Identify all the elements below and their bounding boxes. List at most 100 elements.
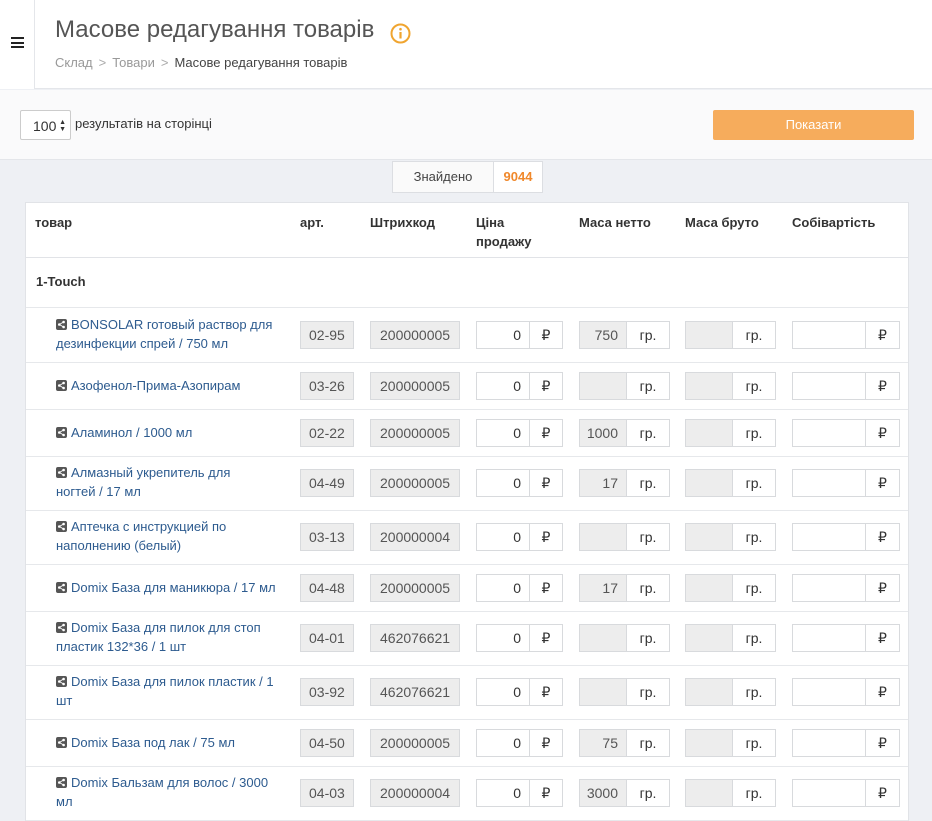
product-link[interactable]: Азофенол-Прима-Азопирам — [56, 376, 288, 395]
cost-input[interactable] — [792, 574, 866, 602]
price-currency-addon: ₽ — [529, 624, 563, 652]
net-weight-unit-addon: гр. — [626, 624, 670, 652]
price-currency-addon: ₽ — [529, 779, 563, 807]
price-currency-addon: ₽ — [529, 469, 563, 497]
share-icon — [56, 622, 67, 633]
product-name-line1: Domix Бальзам для волос / 3000 — [71, 775, 269, 790]
article-field: 04-03 — [300, 779, 354, 807]
barcode-field: 200000005 — [370, 574, 460, 602]
per-page-label: результатів на сторінці — [75, 116, 212, 131]
barcode-field: 200000005 — [370, 419, 460, 447]
gross-weight-unit-addon: гр. — [732, 678, 776, 706]
price-input[interactable]: 0 — [476, 574, 530, 602]
product-link[interactable]: Аптечка с инструкцией по наполнению (белы… — [56, 517, 288, 555]
share-icon — [56, 467, 67, 478]
product-link[interactable]: Domix База для маникюра / 17 мл — [56, 578, 288, 597]
info-icon[interactable] — [390, 23, 411, 44]
gross-weight-unit-addon: гр. — [732, 419, 776, 447]
net-weight-unit-addon: гр. — [626, 729, 670, 757]
header-divider — [26, 257, 908, 258]
barcode-field: 200000005 — [370, 469, 460, 497]
cost-input[interactable] — [792, 419, 866, 447]
cost-currency-addon: ₽ — [865, 624, 900, 652]
breadcrumb-link-warehouse[interactable]: Склад — [55, 55, 93, 70]
price-input[interactable]: 0 — [476, 729, 530, 757]
net-weight-unit-addon: гр. — [626, 678, 670, 706]
net-weight-unit-addon: гр. — [626, 574, 670, 602]
net-weight-field: 17 — [579, 574, 627, 602]
net-weight-field — [579, 372, 627, 400]
cost-currency-addon: ₽ — [865, 574, 900, 602]
price-input[interactable]: 0 — [476, 372, 530, 400]
product-name-line1: BONSOLAR готовый раствор для — [71, 317, 273, 332]
gross-weight-field — [685, 372, 733, 400]
price-input[interactable]: 0 — [476, 523, 530, 551]
product-name-line1: Domix База для маникюра / 17 мл — [71, 580, 276, 595]
gross-weight-unit-addon: гр. — [732, 779, 776, 807]
column-header-article: арт. — [300, 215, 324, 230]
gross-weight-unit-addon: гр. — [732, 372, 776, 400]
share-icon — [56, 777, 67, 788]
product-name-line2: наполнению (белый) — [56, 538, 182, 553]
net-weight-unit-addon: гр. — [626, 372, 670, 400]
price-input[interactable]: 0 — [476, 624, 530, 652]
cost-input[interactable] — [792, 372, 866, 400]
price-input[interactable]: 0 — [476, 779, 530, 807]
net-weight-field — [579, 624, 627, 652]
barcode-field: 462076621 — [370, 678, 460, 706]
price-input[interactable]: 0 — [476, 678, 530, 706]
price-input[interactable]: 0 — [476, 469, 530, 497]
share-icon — [56, 427, 67, 438]
gross-weight-unit-addon: гр. — [732, 574, 776, 602]
cost-input[interactable] — [792, 678, 866, 706]
product-link[interactable]: Domix База для пилок пластик / 1 шт — [56, 672, 288, 710]
cost-input[interactable] — [792, 523, 866, 551]
article-field: 02-95 — [300, 321, 354, 349]
breadcrumb-link-products[interactable]: Товари — [112, 55, 155, 70]
product-name-line2: ногтей / 17 мл — [56, 484, 141, 499]
net-weight-unit-addon: гр. — [626, 419, 670, 447]
price-currency-addon: ₽ — [529, 523, 563, 551]
article-field: 03-26 — [300, 372, 354, 400]
cost-input[interactable] — [792, 624, 866, 652]
product-name-line2: дезинфекции спрей / 750 мл — [56, 336, 229, 351]
column-header-barcode: Штрихкод — [370, 215, 435, 230]
column-header-net-weight: Маса нетто — [579, 215, 651, 230]
product-link[interactable]: BONSOLAR готовый раствор для дезинфекции … — [56, 315, 288, 353]
products-table: товар арт. Штрихкод Ціна продажу Маса не… — [25, 202, 909, 821]
show-button[interactable]: Показати — [713, 110, 914, 140]
column-header-product: товар — [35, 215, 73, 230]
cost-input[interactable] — [792, 321, 866, 349]
gross-weight-unit-addon: гр. — [732, 624, 776, 652]
column-header-price-line2: продажу — [476, 234, 532, 249]
net-weight-unit-addon: гр. — [626, 523, 670, 551]
price-input[interactable]: 0 — [476, 321, 530, 349]
price-currency-addon: ₽ — [529, 678, 563, 706]
column-header-price-line1: Ціна — [476, 215, 505, 230]
select-arrows-icon: ▲ ▼ — [59, 119, 66, 133]
gross-weight-field — [685, 321, 733, 349]
hamburger-menu-icon[interactable] — [11, 37, 24, 48]
cost-input[interactable] — [792, 729, 866, 757]
barcode-field: 200000005 — [370, 321, 460, 349]
barcode-field: 462076621 — [370, 624, 460, 652]
cost-input[interactable] — [792, 779, 866, 807]
article-field: 02-22 — [300, 419, 354, 447]
cost-currency-addon: ₽ — [865, 321, 900, 349]
product-link[interactable]: Domix База под лак / 75 мл — [56, 733, 288, 752]
product-name-line1: Азофенол-Прима-Азопирам — [71, 378, 241, 393]
product-name-line1: Domix База для пилок пластик / 1 — [71, 674, 274, 689]
product-link[interactable]: Аламинол / 1000 мл — [56, 423, 288, 442]
column-header-cost: Собівартість — [792, 215, 876, 230]
product-link[interactable]: Domix База для пилок для стоп пластик 132… — [56, 618, 288, 656]
net-weight-field: 750 — [579, 321, 627, 349]
price-input[interactable]: 0 — [476, 419, 530, 447]
gross-weight-unit-addon: гр. — [732, 469, 776, 497]
cost-input[interactable] — [792, 469, 866, 497]
product-name-line1: Аптечка с инструкцией по — [71, 519, 227, 534]
per-page-select[interactable]: 100 ▲ ▼ — [20, 110, 71, 140]
product-link[interactable]: Алмазный укрепитель для ногтей / 17 мл — [56, 463, 288, 501]
product-link[interactable]: Domix Бальзам для волос / 3000 мл — [56, 773, 288, 811]
product-name-line1: Алмазный укрепитель для — [71, 465, 231, 480]
product-name-line2: шт — [56, 693, 73, 708]
